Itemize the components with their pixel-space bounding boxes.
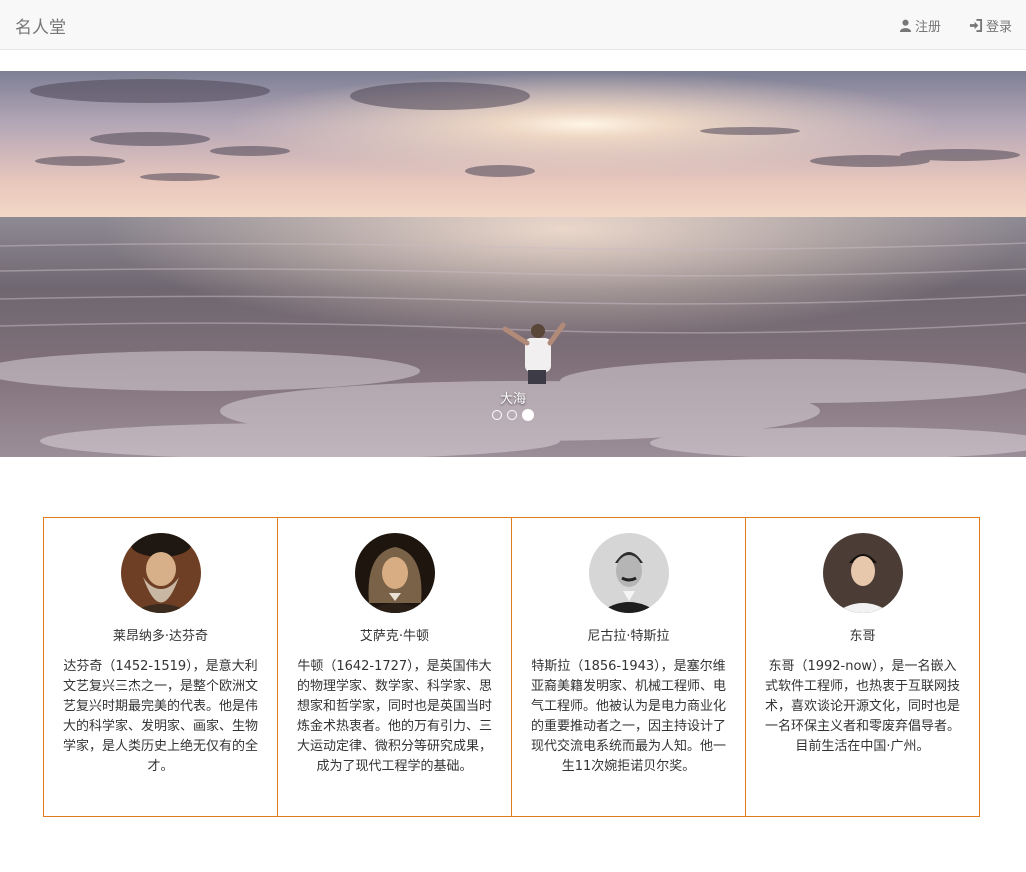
carousel-indicator-3[interactable] xyxy=(522,409,534,421)
carousel-caption: 大海 xyxy=(499,392,526,407)
person-description: 东哥（1992-now），是一名嵌入式软件工程师，也热衷于互联网技术，喜欢谈论开… xyxy=(764,659,960,754)
avatar xyxy=(822,533,903,613)
user-icon xyxy=(899,19,912,32)
log-in-icon xyxy=(969,19,983,32)
login-label: 登录 xyxy=(985,20,1012,35)
carousel-indicator-2[interactable] xyxy=(507,410,517,420)
person-name: 莱昂纳多·达芬奇 xyxy=(112,629,209,644)
person-card: 艾萨克·牛顿 牛顿（1642-1727），是英国伟大的物理学家、数学家、科学家、… xyxy=(277,517,512,817)
register-link[interactable]: 注册 xyxy=(899,16,941,35)
brand-link[interactable]: 名人堂 xyxy=(15,13,66,38)
nav-right: 注册 登录 xyxy=(899,16,1012,35)
people-cards: 莱昂纳多·达芬奇 达芬奇（1452-1519），是意大利文艺复兴三杰之一，是整个… xyxy=(43,517,983,817)
carousel[interactable]: 大海 xyxy=(0,71,1026,457)
avatar xyxy=(588,533,669,613)
person-description: 达芬奇（1452-1519），是意大利文艺复兴三杰之一，是整个欧洲文艺复兴时期最… xyxy=(62,659,258,774)
person-description: 牛顿（1642-1727），是英国伟大的物理学家、数学家、科学家、思想家和哲学家… xyxy=(296,659,492,774)
carousel-indicator-1[interactable] xyxy=(492,410,502,420)
login-link[interactable]: 登录 xyxy=(969,16,1012,35)
navbar: 名人堂 注册 登录 xyxy=(0,0,1026,50)
person-name: 东哥 xyxy=(849,629,876,644)
person-card: 东哥 东哥（1992-now），是一名嵌入式软件工程师，也热衷于互联网技术，喜欢… xyxy=(745,517,980,817)
person-name: 尼古拉·特斯拉 xyxy=(587,629,670,644)
person-name: 艾萨克·牛顿 xyxy=(359,629,430,644)
register-label: 注册 xyxy=(914,20,941,35)
person-card: 尼古拉·特斯拉 特斯拉（1856-1943），是塞尔维亚裔美籍发明家、机械工程师… xyxy=(511,517,746,817)
avatar xyxy=(120,533,201,613)
person-card: 莱昂纳多·达芬奇 达芬奇（1452-1519），是意大利文艺复兴三杰之一，是整个… xyxy=(43,517,278,817)
avatar xyxy=(354,533,435,613)
person-description: 特斯拉（1856-1943），是塞尔维亚裔美籍发明家、机械工程师、电气工程师。他… xyxy=(530,659,726,774)
carousel-indicators xyxy=(0,409,1026,421)
